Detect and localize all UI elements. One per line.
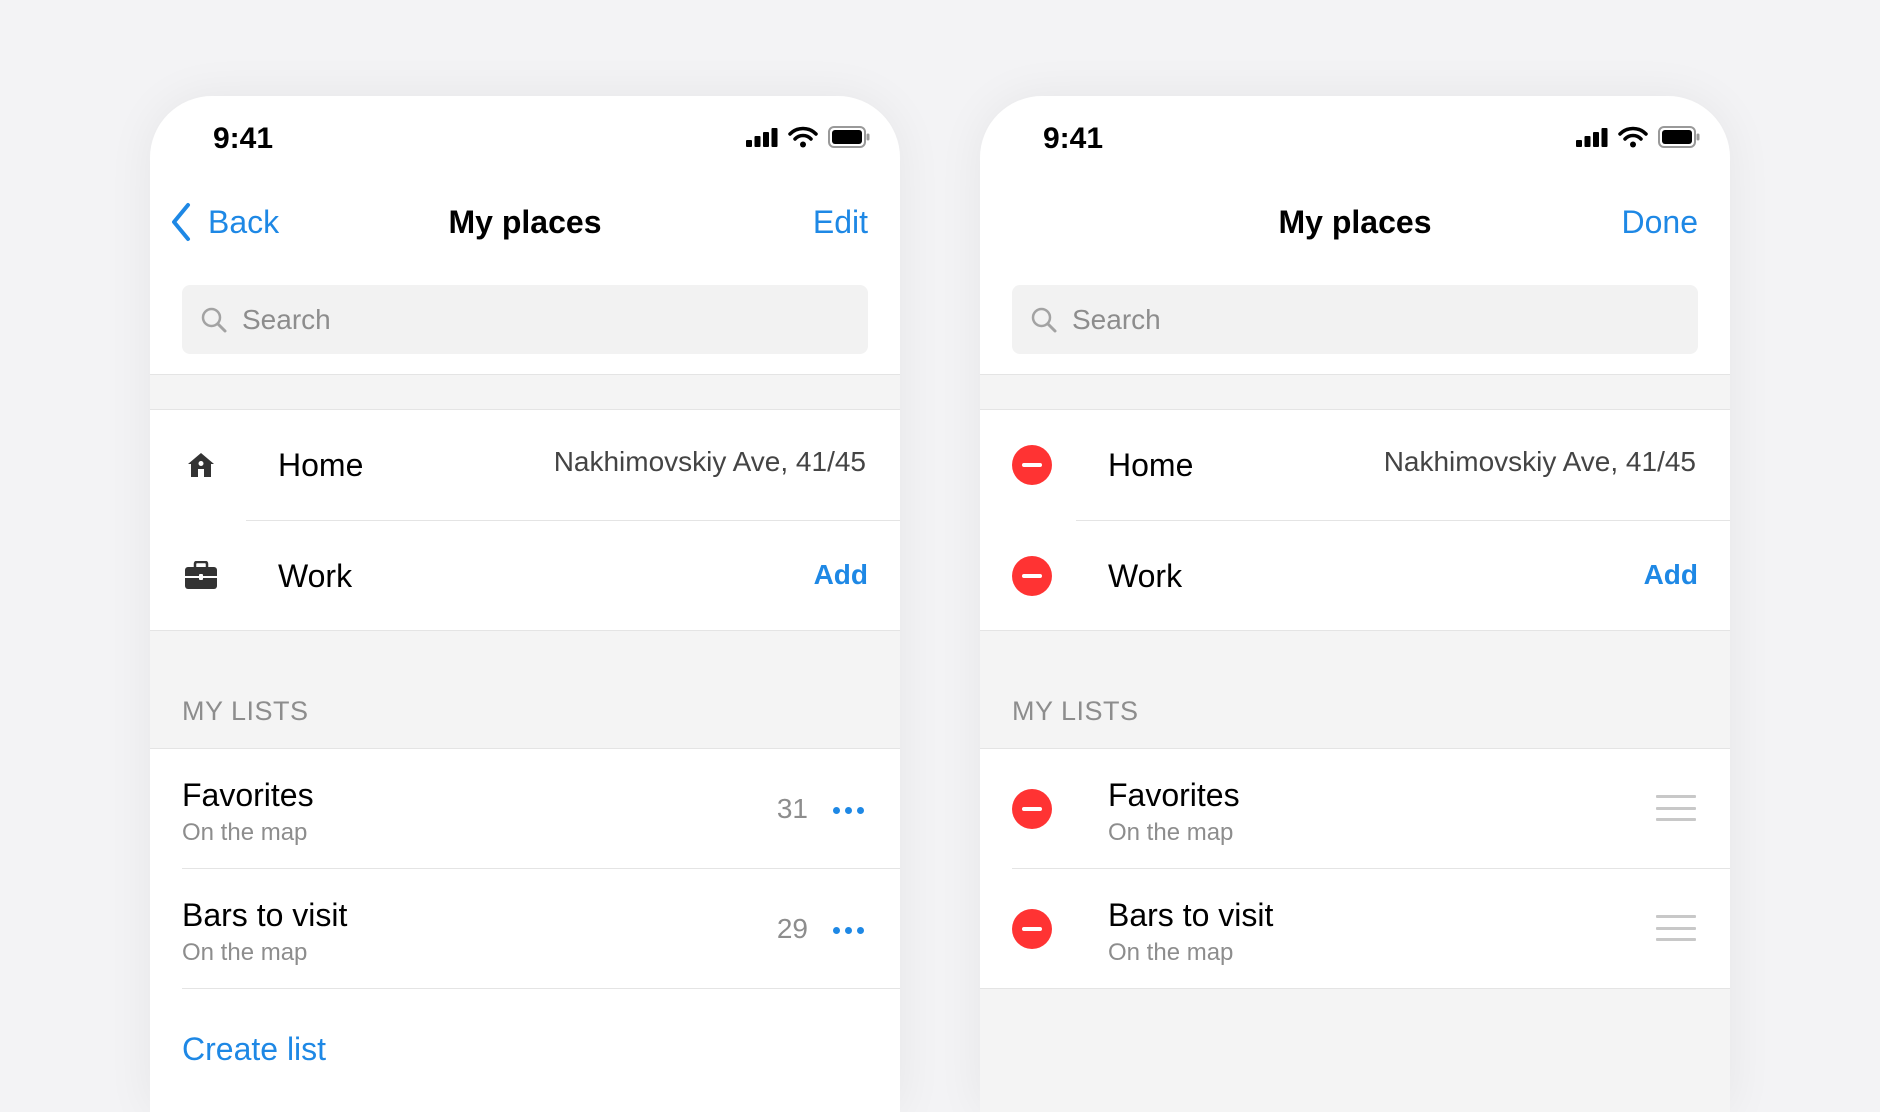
list-title: Favorites [182,777,314,813]
edit-button[interactable]: Edit [813,204,868,241]
list-subtitle: On the map [182,819,308,846]
search-placeholder: Search [1072,303,1161,335]
add-work-button[interactable]: Add [1644,559,1698,591]
page-title: My places [448,204,602,240]
divider [182,988,900,989]
wifi-icon [1618,126,1648,148]
status-icons [1576,126,1700,148]
delete-icon[interactable] [1012,789,1052,829]
search-placeholder: Search [242,303,331,335]
list-subtitle: On the map [1108,819,1234,846]
place-label: Home [1108,447,1194,483]
header: 9:41 Back My places Edit Search [150,96,900,375]
drag-handle-icon[interactable] [1656,795,1696,821]
my-lists: Favorites On the map 31 Bars to visit On… [150,748,900,1112]
list-title: Favorites [1108,777,1240,813]
status-time: 9:41 [213,122,274,155]
delete-icon[interactable] [1012,445,1052,485]
place-address: Nakhimovskiy Ave, 41/45 [1383,446,1696,477]
list-title: Bars to visit [182,897,348,933]
list-title: Bars to visit [1108,897,1274,933]
done-button[interactable]: Done [1622,204,1699,241]
status-time: 9:41 [1043,122,1104,155]
battery-icon [1658,126,1700,148]
list-item[interactable]: Favorites On the map [980,749,1730,869]
list-count: 31 [776,793,808,824]
place-row-home[interactable]: Home Nakhimovskiy Ave, 41/45 [150,410,900,521]
create-list-button[interactable]: Create list [182,1031,326,1068]
places-list: Home Nakhimovskiy Ave, 41/45 Work Add [150,409,900,631]
place-row-home[interactable]: Home Nakhimovskiy Ave, 41/45 [980,410,1730,521]
section-header-my-lists: MY LISTS [182,696,309,726]
status-icons [746,126,870,148]
place-label: Work [278,558,353,594]
more-icon[interactable] [833,927,864,934]
list-item[interactable]: Bars to visit On the map [980,869,1730,988]
list-subtitle: On the map [182,939,308,966]
place-address: Nakhimovskiy Ave, 41/45 [553,446,866,477]
place-row-work[interactable]: Work Add [150,521,900,631]
list-item[interactable]: Bars to visit On the map 29 [150,869,900,988]
delete-icon[interactable] [1012,909,1052,949]
page-title: My places [1278,204,1432,240]
place-label: Home [278,447,364,483]
wifi-icon [788,126,818,148]
add-work-button[interactable]: Add [814,559,868,591]
list-item[interactable]: Favorites On the map 31 [150,749,900,869]
home-icon [184,448,218,482]
search-icon [200,306,228,334]
header: 9:41 My places Done Search [980,96,1730,375]
place-row-work[interactable]: Work Add [980,521,1730,631]
search-input[interactable]: Search [1012,285,1698,354]
my-lists: Favorites On the map Bars to visit On th… [980,748,1730,989]
briefcase-icon [184,559,218,593]
search-icon [1030,306,1058,334]
signal-icon [746,128,778,147]
more-icon[interactable] [833,807,864,814]
search-input[interactable]: Search [182,285,868,354]
place-label: Work [1108,558,1183,594]
phone-screen-edit-mode: 9:41 My places Done Search Home Nakhimov… [980,96,1730,1112]
list-count: 29 [776,913,808,944]
phone-screen-view-mode: 9:41 Back My places Edit Search Home Nak… [150,96,900,1112]
signal-icon [1576,128,1608,147]
list-subtitle: On the map [1108,939,1234,966]
places-list: Home Nakhimovskiy Ave, 41/45 Work Add [980,409,1730,631]
drag-handle-icon[interactable] [1656,915,1696,941]
battery-icon [828,126,870,148]
section-header-my-lists: MY LISTS [1012,696,1139,726]
delete-icon[interactable] [1012,556,1052,596]
